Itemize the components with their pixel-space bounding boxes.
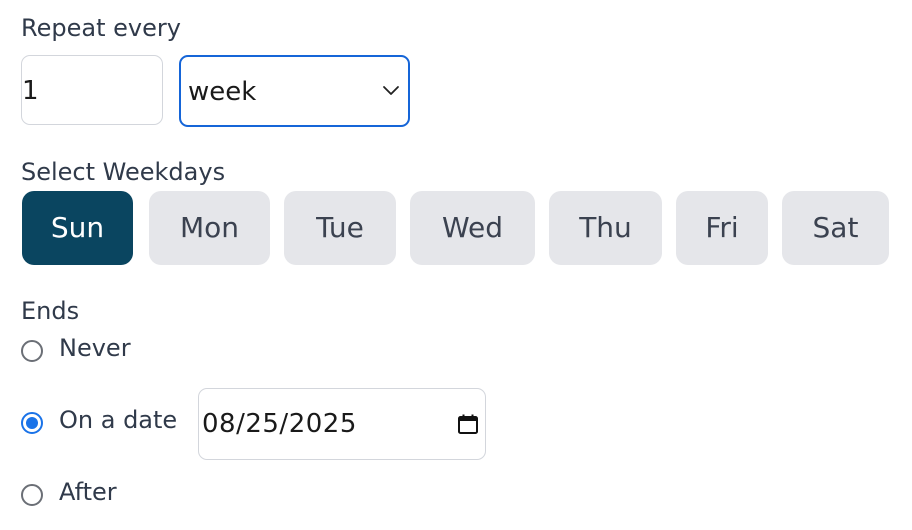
weekday-button-tue[interactable]: Tue (284, 191, 396, 265)
unit-select[interactable]: week (179, 55, 410, 127)
on-date-label: On a date (59, 406, 178, 434)
weekday-button-wed[interactable]: Wed (410, 191, 535, 265)
weekday-button-sat[interactable]: Sat (782, 191, 889, 265)
never-label: Never (59, 334, 131, 362)
repeat-every-label: Repeat every (21, 14, 181, 42)
after-label: After (59, 478, 117, 506)
never-radio[interactable] (21, 340, 43, 362)
weekday-button-sun[interactable]: Sun (22, 191, 133, 265)
select-weekdays-label: Select Weekdays (21, 158, 226, 186)
weekday-button-thu[interactable]: Thu (549, 191, 662, 265)
chevron-down-icon (383, 86, 399, 95)
end-date-value: 08/25/2025 (202, 409, 357, 439)
end-date-input[interactable]: 08/25/2025 (198, 388, 486, 460)
interval-input[interactable]: 1 (21, 55, 163, 125)
after-radio[interactable] (21, 484, 43, 506)
weekday-button-fri[interactable]: Fri (676, 191, 768, 265)
unit-select-value: week (188, 77, 257, 107)
interval-value: 1 (22, 76, 39, 106)
ends-label: Ends (21, 297, 80, 325)
calendar-icon[interactable] (457, 413, 479, 435)
on-date-radio[interactable] (21, 412, 43, 434)
weekday-button-mon[interactable]: Mon (149, 191, 270, 265)
